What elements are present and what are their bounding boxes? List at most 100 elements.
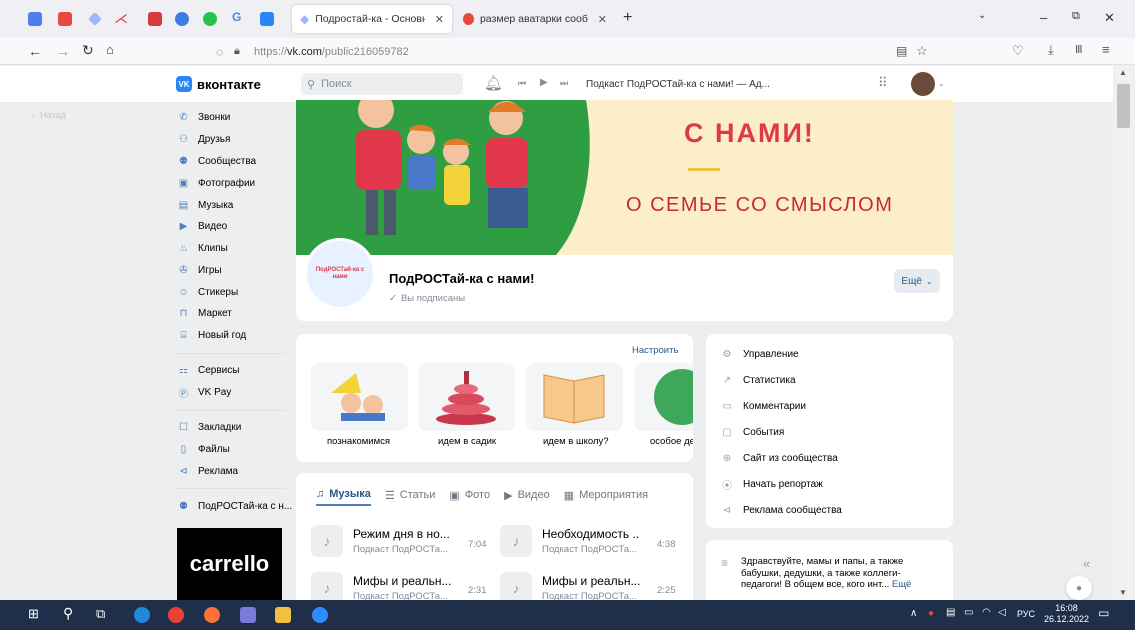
- back-icon[interactable]: ←: [28, 43, 42, 59]
- scrollbar-thumb[interactable]: [1117, 84, 1130, 128]
- menu-item-calls[interactable]: ✆ Звонки: [177, 111, 230, 124]
- whatsapp-icon[interactable]: [203, 12, 217, 26]
- windows-start-icon[interactable]: ⊞: [28, 606, 39, 622]
- collapse-icon[interactable]: «: [1083, 556, 1090, 571]
- pinned-icon[interactable]: [148, 12, 162, 26]
- subscription-status[interactable]: ✓ Вы подписаны: [389, 293, 465, 304]
- firefox-icon[interactable]: [204, 607, 220, 623]
- menu-community-ads[interactable]: ⊲ Реклама сообщества: [720, 503, 842, 517]
- yandex-icon[interactable]: [58, 12, 72, 26]
- reader-icon[interactable]: ▤: [896, 44, 907, 58]
- avatar[interactable]: [911, 72, 935, 96]
- home-icon[interactable]: ⌂: [106, 42, 114, 57]
- configure-link[interactable]: Настроить: [632, 345, 678, 356]
- google-icon[interactable]: G: [232, 10, 241, 24]
- menu-item-vkpay[interactable]: Ⓟ VK Pay: [177, 386, 232, 400]
- vk-pinned-icon[interactable]: [260, 12, 274, 26]
- restore-icon[interactable]: ⧉: [1072, 10, 1080, 23]
- menu-item-community[interactable]: ⚉ ПодРОСТай-ка с н...: [177, 500, 292, 513]
- menu-livestream[interactable]: ⦿ Начать репортаж: [720, 477, 823, 492]
- diamond-icon[interactable]: [88, 12, 102, 26]
- menu-item-games[interactable]: ✇ Игры: [177, 264, 221, 277]
- menu-comments[interactable]: ▭ Комментарии: [720, 399, 806, 413]
- tab-articles[interactable]: ☰ Статьи: [385, 489, 436, 506]
- tray-chevron-up-icon[interactable]: ∧: [910, 608, 917, 619]
- menu-item-communities[interactable]: ⚉ Сообщества: [177, 155, 256, 168]
- tab-vk[interactable]: ◆ Подростай-ка - Основные св ✕: [292, 5, 452, 33]
- ad-banner[interactable]: carrello: [177, 528, 282, 600]
- close-tab-icon[interactable]: ✕: [435, 13, 444, 26]
- battery-icon[interactable]: ▭: [964, 607, 973, 618]
- shield-icon[interactable]: ◌: [216, 45, 223, 59]
- wifi-icon[interactable]: ◠: [982, 607, 991, 618]
- story-thumb[interactable]: [311, 363, 408, 431]
- chrome-icon[interactable]: [168, 607, 184, 623]
- mail-icon[interactable]: [28, 12, 42, 26]
- more-button[interactable]: Ещё ⌄: [894, 269, 940, 293]
- search-input[interactable]: ⚲ Поиск: [301, 73, 463, 95]
- pocket-icon[interactable]: ♡: [1012, 43, 1024, 59]
- player-track-title[interactable]: Подкаст ПодРОСТай-ка с нами! — Ад...: [586, 79, 770, 90]
- tray-app-icon[interactable]: ●: [928, 608, 934, 619]
- task-view-icon[interactable]: ⧉: [96, 606, 105, 622]
- minimize-icon[interactable]: –: [1040, 10, 1047, 25]
- tray-network-icon[interactable]: ▤: [946, 607, 955, 618]
- zoom-icon[interactable]: [312, 607, 328, 623]
- telegram-icon[interactable]: [175, 12, 189, 26]
- community-avatar[interactable]: ПодРОСТай-ка с нами: [304, 238, 376, 310]
- notifications-icon[interactable]: ▭: [1098, 606, 1109, 620]
- story-thumb[interactable]: [634, 363, 693, 431]
- tab-events[interactable]: ▦ Мероприятия: [564, 489, 648, 506]
- menu-item-ads[interactable]: ⊲ Реклама: [177, 465, 238, 478]
- clock[interactable]: 16:08 26.12.2022: [1044, 603, 1089, 625]
- description-more-link[interactable]: Ещё: [892, 579, 911, 590]
- url-bar[interactable]: ◌ 🔒︎ https://vk.com/public216059782 ▤ ☆: [190, 42, 930, 62]
- menu-item-market[interactable]: ⊓ Маркет: [177, 307, 232, 320]
- menu-statistics[interactable]: ↗ Статистика: [720, 373, 796, 387]
- track-item[interactable]: ♪ Режим дня в но... Подкаст ПодРОСТа...: [311, 525, 451, 557]
- track-item[interactable]: ♪ Необходимость ... Подкаст ПодРОСТа...: [500, 525, 640, 557]
- close-tab-icon[interactable]: ✕: [598, 13, 607, 26]
- menu-events[interactable]: ▢ События: [720, 425, 784, 439]
- menu-item-services[interactable]: ⚏ Сервисы: [177, 364, 239, 377]
- apps-grid-icon[interactable]: ⠿: [878, 75, 888, 91]
- menu-icon[interactable]: ≡: [1102, 42, 1110, 57]
- menu-site[interactable]: ⊕ Сайт из сообщества: [720, 451, 838, 465]
- volume-icon[interactable]: ◁: [998, 607, 1006, 618]
- scroll-down-icon[interactable]: ▼: [1119, 588, 1127, 597]
- menu-manage[interactable]: ⚙ Управление: [720, 347, 799, 361]
- reload-icon[interactable]: ↻: [82, 42, 94, 59]
- tab-photos[interactable]: ▣ Фото: [449, 489, 490, 506]
- menu-item-video[interactable]: ▶ Видео: [177, 220, 228, 233]
- scrollbar[interactable]: ▲ ▼: [1113, 66, 1135, 600]
- menu-item-stickers[interactable]: ☺ Стикеры: [177, 286, 238, 299]
- lock-icon[interactable]: 🔒︎: [234, 45, 240, 58]
- menu-item-clips[interactable]: ♨ Клипы: [177, 242, 228, 255]
- new-tab-button[interactable]: +: [623, 9, 632, 27]
- menu-item-music[interactable]: ▤ Музыка: [177, 199, 234, 212]
- menu-item-friends[interactable]: ⚇ Друзья: [177, 133, 230, 146]
- library-icon[interactable]: Ⅲ: [1075, 43, 1083, 56]
- story-thumb[interactable]: [418, 363, 515, 431]
- tab-list-icon[interactable]: ⌄: [978, 10, 986, 21]
- scroll-up-icon[interactable]: ▲: [1119, 68, 1127, 77]
- download-icon[interactable]: ⤓: [1048, 42, 1054, 58]
- prev-track-icon[interactable]: ⏮: [518, 78, 526, 89]
- bookmark-star-icon[interactable]: ☆: [916, 43, 928, 59]
- next-track-icon[interactable]: ⏭: [560, 78, 568, 89]
- forward-icon[interactable]: →: [56, 43, 70, 59]
- app-icon[interactable]: ⋌: [114, 10, 128, 27]
- profile-chevron-down-icon[interactable]: ⌄: [938, 79, 945, 88]
- story-thumb[interactable]: [526, 363, 623, 431]
- menu-item-bookmarks[interactable]: ☐ Закладки: [177, 421, 241, 434]
- file-explorer-icon[interactable]: [275, 607, 291, 623]
- app-icon[interactable]: [240, 607, 256, 623]
- back-link[interactable]: ‹ Назад: [32, 110, 66, 120]
- close-window-icon[interactable]: ✕: [1104, 10, 1115, 26]
- vk-logo[interactable]: VK вконтакте: [176, 76, 261, 92]
- tab-music[interactable]: ♫ Музыка: [316, 488, 371, 506]
- menu-item-files[interactable]: ▯ Файлы: [177, 443, 230, 456]
- tab-video[interactable]: ▶ Видео: [504, 489, 550, 506]
- menu-item-new-year[interactable]: ⌸ Новый год: [177, 329, 247, 342]
- play-icon[interactable]: ▶: [540, 77, 548, 88]
